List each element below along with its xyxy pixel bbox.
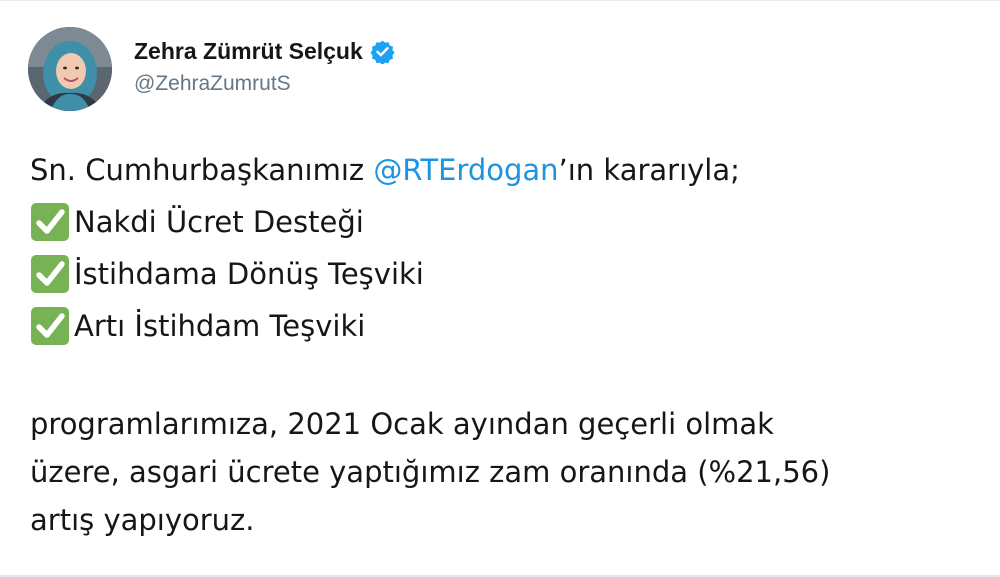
user-name-row[interactable]: Zehra Zümrüt Selçuk	[134, 36, 395, 66]
intro-suffix: ’ın kararıyla;	[558, 153, 740, 187]
user-name[interactable]: Zehra Zümrüt Selçuk	[134, 38, 363, 65]
tweet-card: Zehra Zümrüt Selçuk @ZehraZumrutS Sn. Cu…	[0, 0, 1000, 577]
checklist-item: İstihdama Dönüş Teşviki	[30, 248, 995, 300]
mention-link[interactable]: @RTErdogan	[373, 144, 558, 196]
intro-prefix: Sn. Cumhurbaşkanımız	[30, 153, 374, 187]
checklist-item-label: Nakdi Ücret Desteği	[74, 205, 364, 239]
avatar[interactable]	[28, 27, 112, 111]
verified-badge-icon	[370, 39, 395, 65]
check-mark-button-icon	[30, 254, 70, 294]
check-mark-button-icon	[30, 202, 70, 242]
checklist-item: Nakdi Ücret Desteği	[30, 196, 995, 248]
tweet-text: Sn. Cumhurbaşkanımız @RTErdogan’ın karar…	[30, 144, 995, 544]
paragraph-line: üzere, asgari ücrete yaptığımız zam oran…	[30, 455, 831, 489]
checklist-item-label: İstihdama Dönüş Teşviki	[74, 257, 424, 291]
paragraph-line: artış yapıyoruz.	[30, 503, 255, 537]
check-mark-button-icon	[30, 306, 70, 346]
paragraph-line: programlarımıza, 2021 Ocak ayından geçer…	[30, 407, 774, 441]
tweet-paragraph: programlarımıza, 2021 Ocak ayından geçer…	[30, 374, 995, 544]
user-handle[interactable]: @ZehraZumrutS	[134, 72, 291, 96]
top-divider	[0, 0, 1000, 1]
avatar-image	[28, 27, 112, 111]
tweet-intro-line: Sn. Cumhurbaşkanımız @RTErdogan’ın karar…	[30, 144, 995, 196]
checklist-item-label: Artı İstihdam Teşviki	[74, 309, 366, 343]
checklist-item: Artı İstihdam Teşviki	[30, 300, 995, 352]
